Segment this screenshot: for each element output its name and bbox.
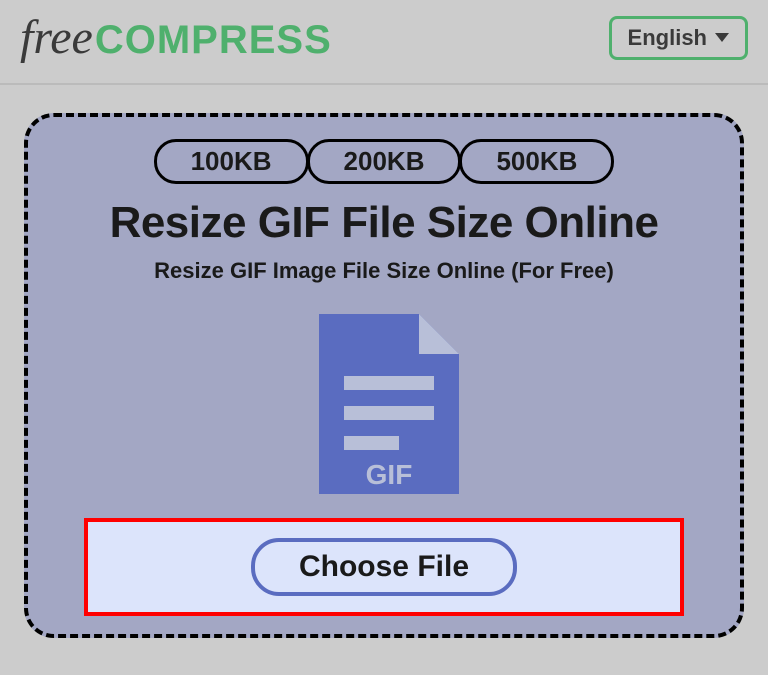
main: 100KB 200KB 500KB Resize GIF File Size O… <box>0 85 768 666</box>
logo[interactable]: free COMPRESS <box>20 10 332 65</box>
size-pill-500kb[interactable]: 500KB <box>459 139 614 184</box>
page-subtitle: Resize GIF Image File Size Online (For F… <box>84 258 684 284</box>
caret-down-icon <box>715 33 729 42</box>
size-pill-200kb[interactable]: 200KB <box>307 139 462 184</box>
logo-compress-text: COMPRESS <box>95 18 332 63</box>
upload-panel: 100KB 200KB 500KB Resize GIF File Size O… <box>24 113 744 638</box>
choose-file-button[interactable]: Choose File <box>251 538 517 596</box>
upload-section: Choose File <box>84 518 684 616</box>
svg-text:GIF: GIF <box>366 459 413 490</box>
language-selector[interactable]: English <box>609 16 748 60</box>
page-title: Resize GIF File Size Online <box>84 198 684 248</box>
size-pill-100kb[interactable]: 100KB <box>154 139 309 184</box>
language-label: English <box>628 25 707 51</box>
gif-file-icon: GIF <box>309 314 459 494</box>
header: free COMPRESS English <box>0 0 768 85</box>
size-pills-row: 100KB 200KB 500KB <box>84 139 684 184</box>
logo-free-text: free <box>20 10 93 65</box>
